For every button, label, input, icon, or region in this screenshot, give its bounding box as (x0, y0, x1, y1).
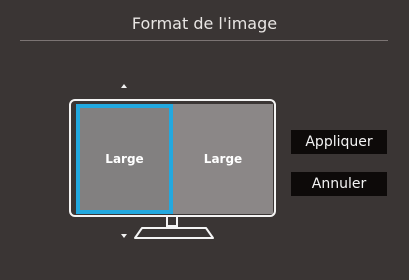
page-title: Format de l'image (131, 14, 278, 33)
arrow-up-icon[interactable] (121, 84, 127, 88)
title-divider (20, 40, 388, 41)
apply-button[interactable]: Appliquer (291, 130, 387, 154)
preview-pane-left[interactable]: Large (76, 104, 173, 214)
monitor-screen: Large Large (76, 104, 273, 214)
preview-pane-right-label: Large (203, 152, 243, 166)
arrow-down-icon[interactable] (121, 234, 127, 238)
cancel-button[interactable]: Annuler (291, 172, 387, 196)
preview-pane-right[interactable]: Large (173, 104, 273, 214)
preview-pane-left-label: Large (105, 152, 144, 166)
monitor-stand-neck (166, 217, 178, 227)
